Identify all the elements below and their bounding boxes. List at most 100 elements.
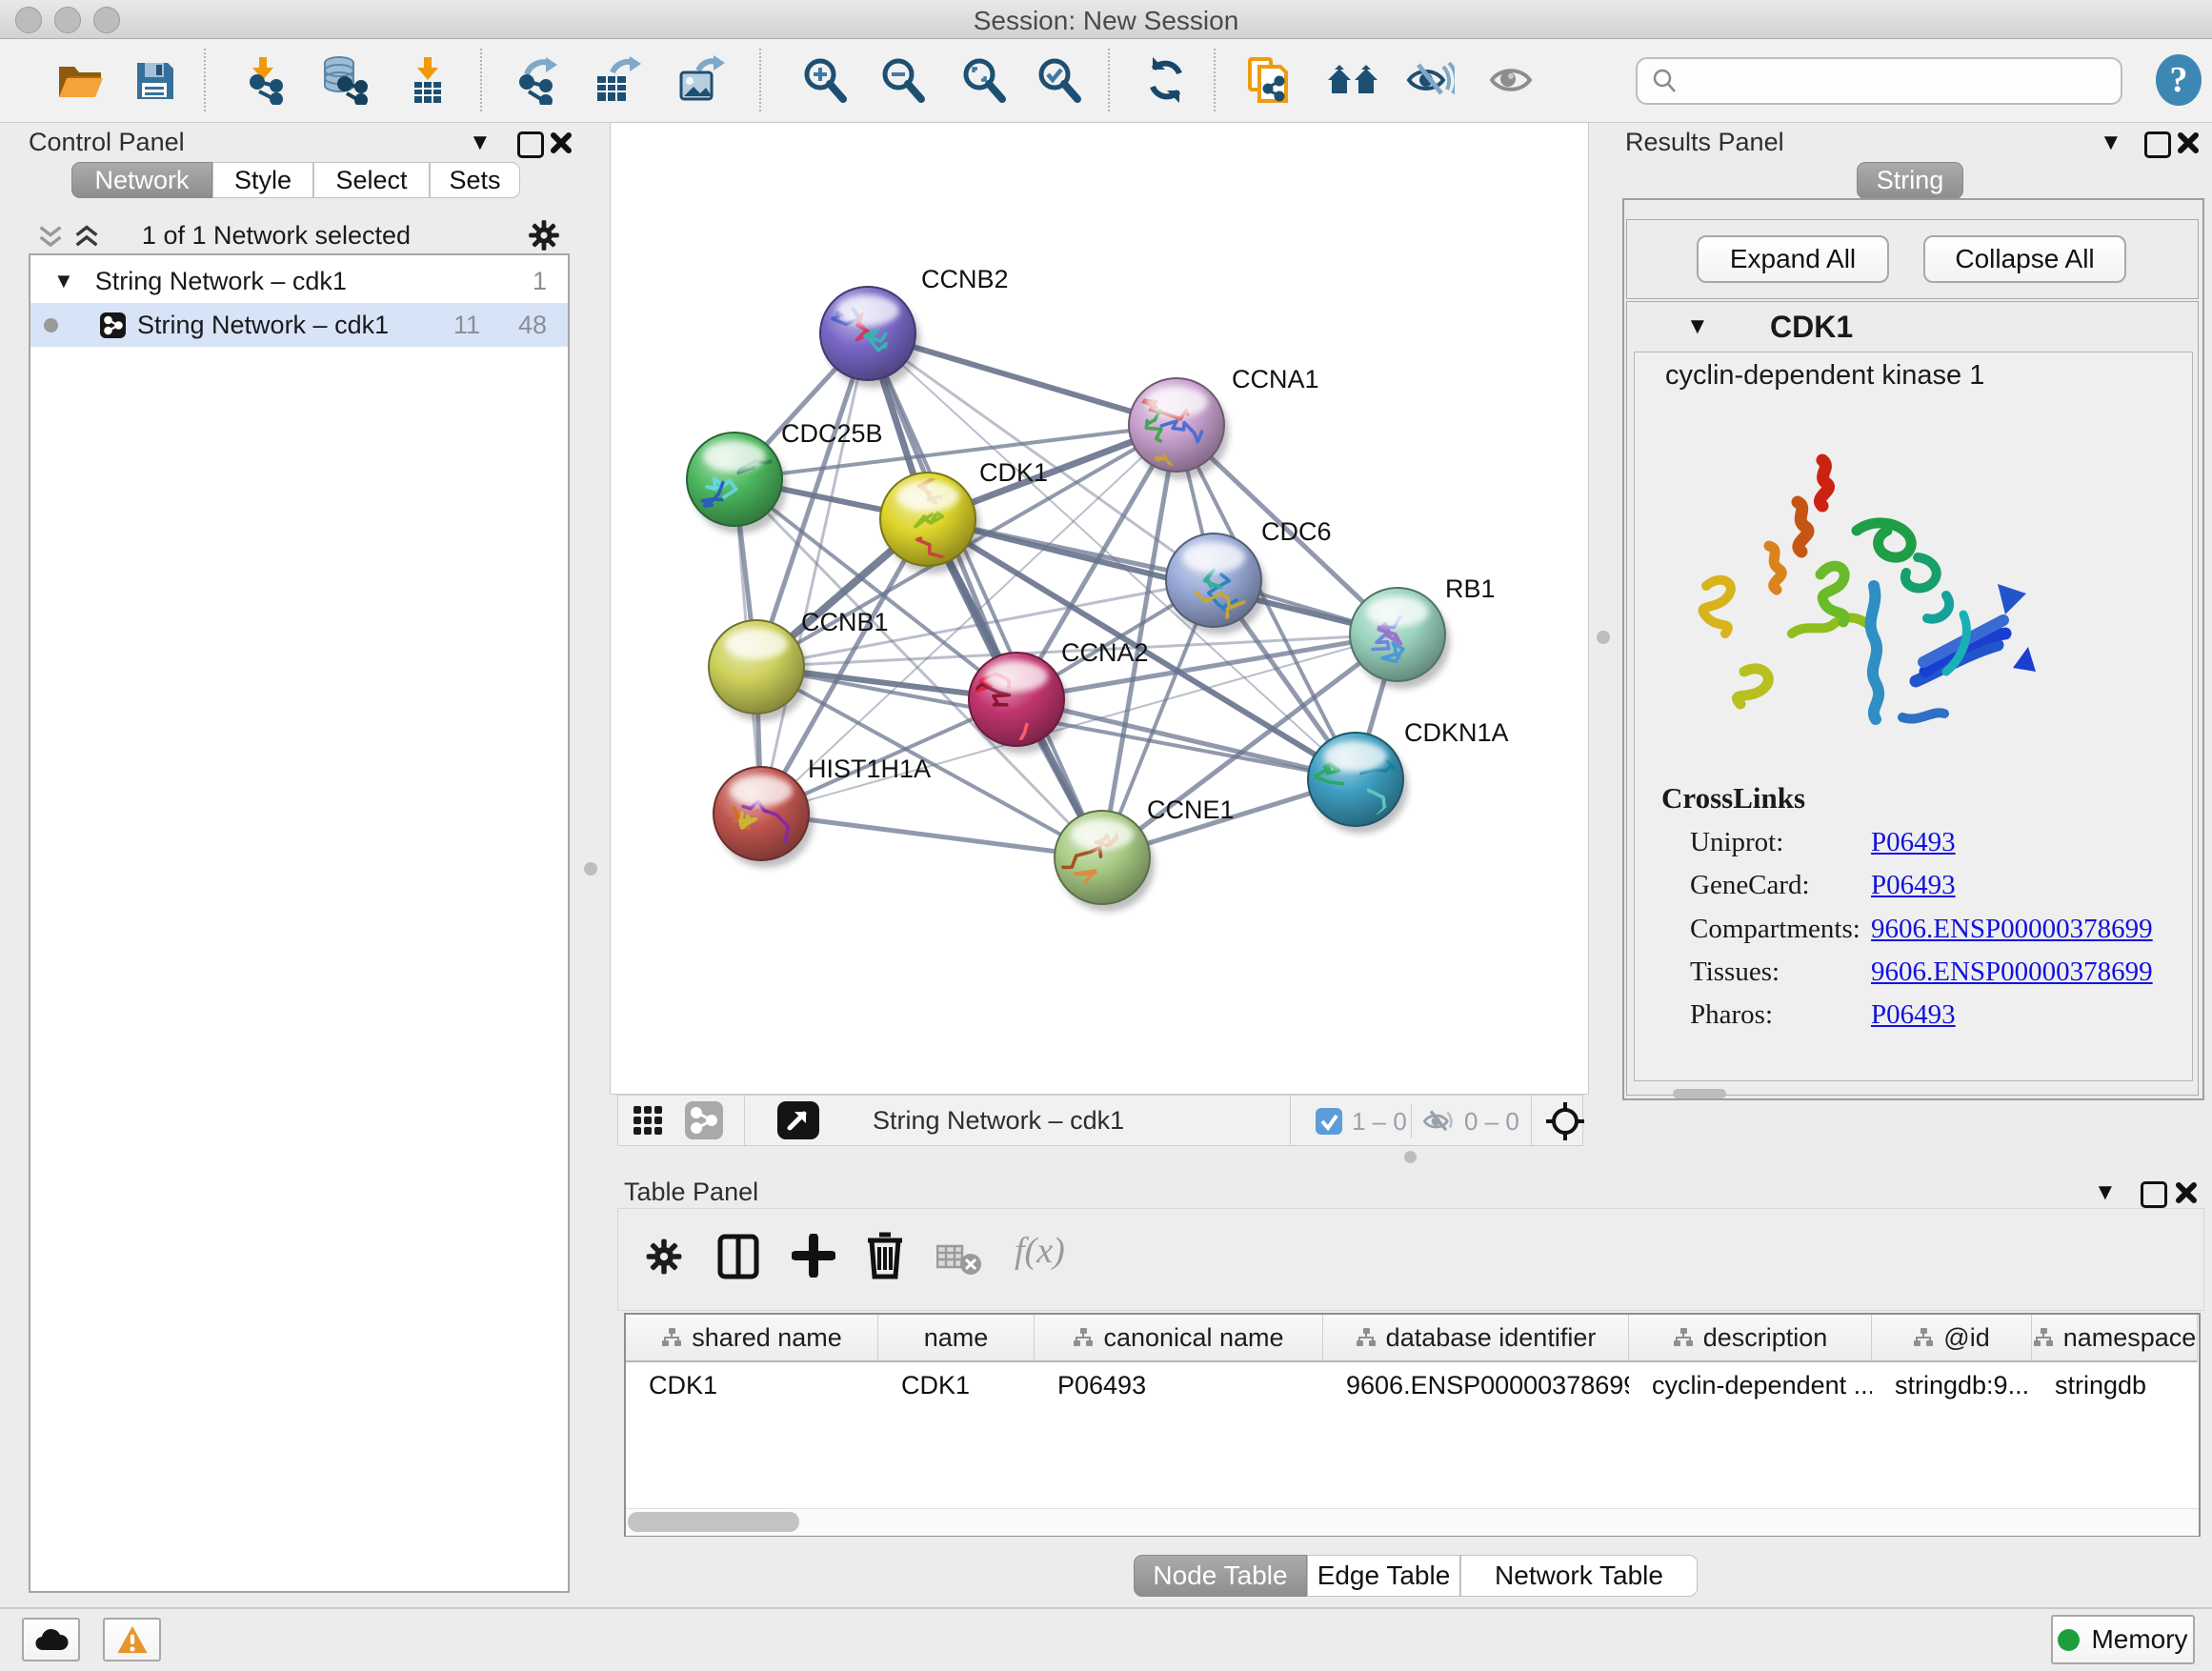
import-network-from-database-icon[interactable] [316, 53, 370, 107]
tab-network-table[interactable]: Network Table [1460, 1555, 1698, 1597]
table-toolbar: f(x) [617, 1208, 2204, 1311]
results-hscrollbar-thumb[interactable] [1673, 1089, 1726, 1098]
table-cell[interactable]: cyclin-dependent ... [1629, 1364, 1872, 1406]
birds-eye-view-icon[interactable] [777, 1101, 819, 1139]
import-network-icon[interactable] [238, 53, 292, 107]
export-table-icon[interactable] [590, 53, 643, 107]
left-splitter-handle[interactable] [584, 862, 597, 876]
node-gloss [730, 775, 793, 806]
refresh-view-icon[interactable] [1139, 53, 1193, 107]
network-options-gear-icon[interactable] [526, 217, 562, 253]
node-gloss [725, 629, 788, 659]
network-edge[interactable] [761, 333, 868, 814]
export-network-icon[interactable] [510, 53, 563, 107]
tab-style[interactable]: Style [212, 162, 313, 198]
tab-network[interactable]: Network [71, 162, 212, 198]
open-session-icon[interactable] [53, 53, 107, 107]
tab-sets[interactable]: Sets [430, 162, 520, 198]
table-cell[interactable]: CDK1 [626, 1364, 878, 1406]
results-panel-close-icon[interactable] [2175, 130, 2202, 156]
zoom-selected-icon[interactable] [1033, 53, 1086, 107]
node-table: shared name name canonical name database… [624, 1313, 2201, 1537]
table-options-gear-icon[interactable] [643, 1236, 685, 1278]
column-header[interactable]: namespace [2032, 1315, 2198, 1362]
table-panel-close-icon[interactable] [2173, 1179, 2200, 1206]
zoom-out-icon[interactable] [876, 53, 930, 107]
cloud-status-button[interactable] [22, 1618, 80, 1661]
fit-selected-crosshair-icon[interactable] [1544, 1100, 1586, 1142]
crosslink-label: GeneCard: [1690, 870, 1810, 901]
network-tree: ▼ String Network – cdk1 1 String Network… [29, 253, 570, 1593]
memory-label: Memory [2091, 1624, 2187, 1655]
table-cell[interactable]: P06493 [1035, 1364, 1323, 1406]
network-thumbnail-icon[interactable] [685, 1101, 723, 1139]
protein-section-collapse-icon[interactable]: ▼ [1686, 315, 1709, 338]
zoom-in-icon[interactable] [798, 53, 852, 107]
column-header[interactable]: description [1629, 1315, 1872, 1362]
column-header[interactable]: database identifier [1323, 1315, 1629, 1362]
crosslinks-heading: CrossLinks [1661, 781, 1805, 815]
memory-button[interactable]: Memory [2051, 1615, 2195, 1664]
node-gloss [1145, 387, 1208, 417]
crosslink-compartments-link[interactable]: 9606.ENSP00000378699 [1871, 914, 2153, 945]
search-input[interactable] [1689, 66, 2102, 97]
help-icon[interactable]: ? [2152, 53, 2205, 107]
add-column-icon[interactable] [792, 1234, 835, 1278]
hidden-items-eye-slash-icon[interactable] [1421, 1106, 1456, 1137]
table-hscrollbar-track[interactable] [626, 1508, 2199, 1536]
import-table-icon[interactable] [401, 53, 454, 107]
hide-selected-icon[interactable] [1403, 53, 1457, 107]
column-header[interactable]: canonical name [1035, 1315, 1323, 1362]
warnings-button[interactable] [103, 1618, 161, 1661]
column-header[interactable]: shared name [626, 1315, 878, 1362]
column-header[interactable]: @id [1872, 1315, 2032, 1362]
table-cell[interactable]: CDK1 [878, 1364, 1035, 1406]
crosslink-uniprot-link[interactable]: P06493 [1871, 827, 1956, 858]
table-hscrollbar-thumb[interactable] [628, 1512, 799, 1532]
results-panel-maximize-icon[interactable] [2144, 131, 2171, 158]
title-bar: Session: New Session [0, 0, 2212, 39]
network-canvas[interactable]: CCNB2CCNA1CDC25BCDK1CDC6RB1CCNB1CCNA2CDK… [610, 122, 1589, 1095]
table-panel-float-icon[interactable]: ▼ [2094, 1181, 2117, 1204]
bottom-splitter-handle[interactable] [1404, 1151, 1417, 1163]
memory-status-dot [2058, 1629, 2080, 1651]
collapse-all-button[interactable]: Collapse All [1923, 235, 2126, 283]
tab-node-table[interactable]: Node Table [1134, 1555, 1307, 1597]
grid-view-icon[interactable] [633, 1106, 662, 1135]
tab-select[interactable]: Select [313, 162, 430, 198]
table-cell[interactable]: stringdb:9... [1872, 1364, 2032, 1406]
table-cell[interactable]: 9606.ENSP00000378699 [1323, 1364, 1629, 1406]
delete-column-trash-icon[interactable] [864, 1232, 906, 1279]
crosslink-genecard-link[interactable]: P06493 [1871, 870, 1956, 901]
crosslink-tissues-link[interactable]: 9606.ENSP00000378699 [1871, 956, 2153, 988]
network-row[interactable]: String Network – cdk1 11 48 [30, 303, 568, 347]
selected-checkbox-icon[interactable] [1316, 1108, 1342, 1135]
column-header[interactable]: name [878, 1315, 1035, 1362]
zoom-fit-icon[interactable] [957, 53, 1011, 107]
control-panel-close-icon[interactable] [548, 130, 574, 156]
save-session-icon[interactable] [128, 53, 181, 107]
tab-edge-table[interactable]: Edge Table [1307, 1555, 1460, 1597]
node-label-ccne1: CCNE1 [1147, 795, 1235, 824]
control-panel-float-icon[interactable]: ▼ [469, 131, 492, 154]
table-panel-maximize-icon[interactable] [2141, 1181, 2167, 1208]
protein-name: CDK1 [1770, 310, 1853, 345]
control-panel-maximize-icon[interactable] [517, 131, 544, 158]
column-type-icon [1913, 1328, 1934, 1347]
export-image-icon[interactable] [674, 53, 727, 107]
right-splitter-handle[interactable] [1597, 631, 1610, 644]
network-collection-row[interactable]: ▼ String Network – cdk1 1 [30, 259, 568, 303]
first-neighbors-icon[interactable] [1326, 53, 1379, 107]
collection-expand-icon[interactable]: ▼ [53, 269, 74, 293]
crosslink-pharos-link[interactable]: P06493 [1871, 999, 1956, 1031]
results-panel-float-icon[interactable]: ▼ [2100, 131, 2122, 154]
expand-all-button[interactable]: Expand All [1697, 235, 1889, 283]
table-cell[interactable]: stringdb [2032, 1364, 2198, 1406]
copy-style-icon[interactable] [1240, 53, 1294, 107]
search-box [1636, 57, 2122, 105]
separator [1290, 1096, 1291, 1145]
tab-string-results[interactable]: String [1857, 162, 1963, 199]
column-type-icon [2033, 1328, 2054, 1347]
show-all-icon[interactable] [1486, 53, 1539, 107]
show-columns-icon[interactable] [717, 1234, 759, 1279]
